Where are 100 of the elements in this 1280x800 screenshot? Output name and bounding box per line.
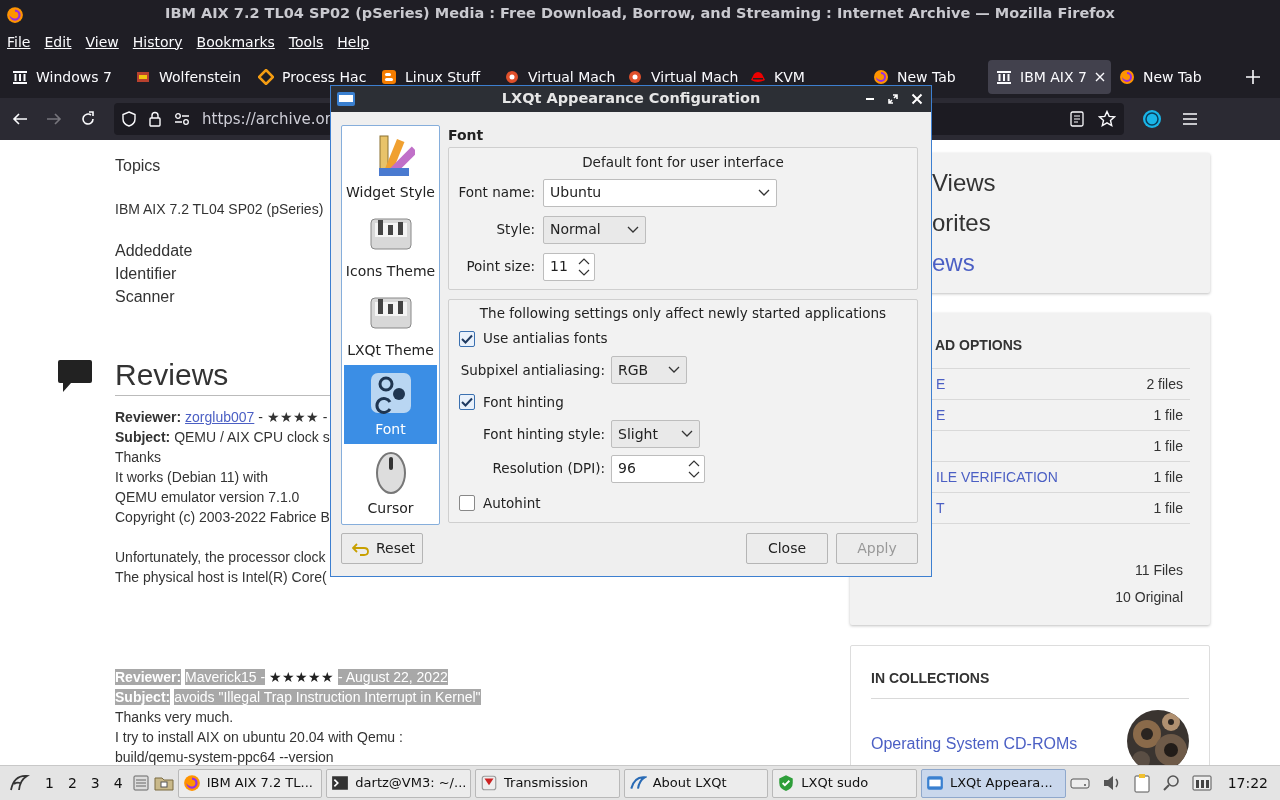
field-label: Font hinting style: — [482, 424, 605, 444]
review-subject: Subject: avoids "Illegal Trap Instruction Interrupt in Kernel" — [115, 689, 481, 705]
spin-box[interactable]: 11 — [543, 252, 595, 281]
window-icon — [925, 774, 944, 792]
review-text: Thanks — [115, 448, 161, 467]
reload-icon[interactable] — [80, 111, 96, 127]
checkbox-label: Autohint — [483, 493, 541, 513]
drive-icon[interactable] — [1069, 776, 1090, 790]
blog-icon — [381, 69, 397, 85]
back-icon[interactable] — [12, 111, 28, 127]
review-text: Unfortunately, the processor clock — [115, 548, 326, 567]
maximize-icon[interactable] — [887, 93, 899, 105]
taskbar-button[interactable]: Transmission — [475, 768, 620, 798]
review-text: The physical host is Intel(R) Core( — [115, 568, 327, 587]
bookmark-star-icon[interactable] — [1098, 110, 1116, 128]
menu-item[interactable]: Tools — [288, 31, 324, 53]
menu-item[interactable]: Help — [337, 31, 370, 53]
taskbar-button[interactable]: dartz@VM3: ~/... — [326, 768, 471, 798]
network-icon[interactable] — [1191, 774, 1212, 792]
checkbox-label: Use antialias fonts — [483, 329, 608, 349]
chevron-down-icon — [758, 188, 770, 197]
url-text[interactable]: https://archive.or — [202, 107, 331, 131]
menu-item[interactable]: Bookmarks — [196, 31, 275, 53]
undo-icon — [352, 541, 370, 556]
search-icon[interactable] — [1161, 774, 1180, 792]
browser-tab[interactable]: Process Hac — [250, 60, 373, 94]
close-icon[interactable] — [911, 93, 923, 105]
archive-icon — [996, 69, 1012, 85]
clipboard-icon[interactable] — [1133, 773, 1150, 793]
review-text: build/qemu-system-ppc64 --version — [115, 748, 334, 765]
check-icon — [461, 397, 473, 407]
review-text: Thanks very much. — [115, 708, 234, 727]
spin-box[interactable]: 96 — [611, 454, 705, 483]
browser-tab[interactable]: New Tab — [865, 60, 988, 94]
dropdown[interactable]: Slight — [611, 420, 700, 448]
desktop-switch[interactable]: 2 — [62, 772, 82, 794]
firefox-icon — [182, 774, 201, 792]
dropdown[interactable]: Ubuntu — [543, 178, 777, 207]
section-heading: AD OPTIONS — [934, 336, 1024, 355]
browser-tab[interactable]: Linux Stuff — [373, 60, 496, 94]
cube-icon — [627, 69, 643, 85]
folder-icon[interactable] — [153, 774, 174, 792]
shield-icon[interactable] — [122, 111, 136, 127]
review-text: It works (Debian 11) with — [115, 468, 268, 487]
group-title: Default font for user interface — [581, 153, 785, 172]
forward-icon[interactable] — [46, 111, 62, 127]
browser-tab[interactable]: New Tab — [1111, 60, 1234, 94]
menu-item[interactable]: File — [7, 31, 31, 53]
group-title: The following settings only affect newly started applications — [478, 304, 888, 323]
firefox-icon — [873, 69, 889, 85]
taskbar-button[interactable]: About LXQt — [623, 768, 769, 798]
check-icon — [461, 333, 473, 344]
taskbar-button[interactable]: IBM AIX 7.2 TL... — [177, 768, 323, 798]
stats-text: Views — [931, 168, 997, 198]
account-icon[interactable] — [1142, 109, 1162, 129]
menu-icon[interactable] — [1182, 112, 1198, 126]
menu-item[interactable]: Edit — [44, 31, 72, 53]
window-icon — [336, 91, 356, 107]
menu-item[interactable]: History — [132, 31, 183, 53]
file-count: 1 file — [1153, 467, 1184, 487]
reader-view-icon[interactable] — [1070, 111, 1084, 127]
browser-tab[interactable]: Windows 7 — [4, 60, 127, 94]
file-count: 1 file — [1153, 436, 1184, 456]
desktop-switch[interactable]: 1 — [40, 772, 59, 794]
dialog-button[interactable]: Reset — [341, 533, 423, 564]
dialog-button[interactable]: Close — [746, 533, 828, 564]
comment-icon — [57, 358, 93, 393]
dropdown[interactable]: Normal — [543, 215, 646, 244]
taskbar-button[interactable]: LXQt Appeara... — [920, 768, 1066, 798]
menu-item[interactable]: View — [85, 31, 119, 53]
dropdown[interactable]: RGB — [611, 356, 687, 384]
lock-icon[interactable] — [148, 111, 162, 127]
collection-link[interactable]: Operating System CD-ROMs — [871, 732, 1078, 756]
chevron-down-icon — [627, 225, 639, 234]
category-item[interactable]: Widget Style — [344, 128, 437, 207]
spin-arrows-icon — [688, 459, 700, 478]
hat-icon — [750, 69, 766, 85]
firefox-icon — [1119, 69, 1135, 85]
browser-tab[interactable]: Wolfenstein — [127, 60, 250, 94]
field-label: Resolution (DPI): — [491, 459, 605, 479]
review-text: QEMU emulator version 7.1.0 — [115, 488, 300, 507]
category-item[interactable]: Cursor — [344, 444, 437, 523]
file-count: 1 file — [1153, 498, 1184, 518]
checkbox[interactable] — [459, 394, 475, 410]
desktop-switch[interactable]: 4 — [108, 772, 128, 794]
checkbox[interactable] — [459, 330, 475, 347]
taskbar-button[interactable]: LXQt sudo — [772, 768, 917, 798]
category-item[interactable]: Icons Theme — [344, 207, 437, 286]
review-subject: Subject: QEMU / AIX CPU clock s — [115, 429, 330, 445]
file-total: 10 Original — [1114, 588, 1183, 607]
checkbox[interactable] — [459, 495, 475, 511]
diamond-icon — [258, 69, 274, 85]
browser-tab[interactable]: IBM AIX 7 — [988, 60, 1111, 94]
new-tab-icon[interactable] — [1246, 70, 1260, 84]
reviewer-link[interactable]: zorglub007 — [185, 409, 255, 425]
permissions-icon[interactable] — [174, 112, 190, 126]
file-count: 1 file — [1153, 405, 1184, 425]
review-text: I try to install AIX on ubuntu 20.04 with Qemu : — [115, 728, 403, 747]
desktop-switch[interactable]: 3 — [85, 772, 105, 794]
close-icon[interactable] — [1094, 72, 1105, 82]
